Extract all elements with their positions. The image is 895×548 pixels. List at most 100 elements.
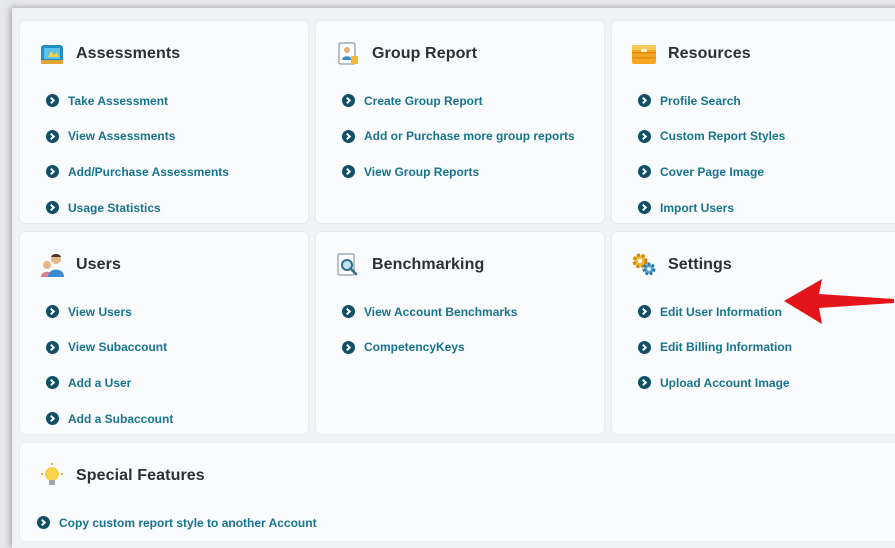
card-title: Special Features (76, 467, 205, 484)
special-features-links: Copy custom report style to another Acco… (37, 505, 317, 541)
chevron-right-icon (342, 94, 355, 108)
link-label[interactable]: Upload Account Image (660, 376, 790, 390)
card-title: Benchmarking (372, 256, 485, 273)
users-links: View Users View Subaccount Add a User Ad… (46, 294, 173, 434)
chevron-right-icon (638, 201, 651, 215)
assessments-header: Assessments (38, 39, 180, 69)
chevron-right-icon (46, 305, 59, 319)
link-label[interactable]: Edit User Information (660, 305, 782, 319)
chevron-right-icon (46, 94, 59, 108)
lightbulb-icon (38, 462, 66, 490)
benchmarking-header: Benchmarking (334, 250, 484, 280)
purchase-group-reports-link[interactable]: Add or Purchase more group reports (342, 119, 575, 155)
view-subaccount-link[interactable]: View Subaccount (46, 330, 173, 366)
competencykeys-link[interactable]: CompetencyKeys (342, 330, 517, 366)
card-title: Settings (668, 256, 732, 273)
chevron-right-icon (638, 376, 651, 390)
group-report-icon (334, 40, 362, 68)
profile-search-link[interactable]: Profile Search (638, 83, 785, 119)
copy-custom-report-style-link[interactable]: Copy custom report style to another Acco… (37, 505, 317, 541)
chevron-right-icon (37, 516, 50, 530)
link-label[interactable]: Add a User (68, 376, 131, 390)
settings-card: Settings Edit User Information Edit Bill… (612, 232, 895, 434)
link-label[interactable]: Add/Purchase Assessments (68, 165, 229, 179)
card-title: Assessments (76, 45, 181, 62)
resources-icon (630, 40, 658, 68)
link-label[interactable]: Usage Statistics (68, 201, 161, 215)
view-assessments-link[interactable]: View Assessments (46, 119, 229, 155)
group-report-header: Group Report (334, 39, 477, 69)
link-label[interactable]: Add or Purchase more group reports (364, 129, 575, 143)
card-title: Group Report (372, 45, 478, 62)
custom-report-styles-link[interactable]: Custom Report Styles (638, 119, 785, 155)
chevron-right-icon (342, 129, 355, 143)
resources-card: Resources Profile Search Custom Report S… (612, 21, 895, 223)
link-label[interactable]: Copy custom report style to another Acco… (59, 516, 317, 530)
add-purchase-assessments-link[interactable]: Add/Purchase Assessments (46, 154, 229, 190)
link-label[interactable]: CompetencyKeys (364, 340, 465, 354)
link-label[interactable]: View Group Reports (364, 165, 479, 179)
view-users-link[interactable]: View Users (46, 294, 173, 330)
edit-billing-information-link[interactable]: Edit Billing Information (638, 330, 792, 366)
link-label[interactable]: Edit Billing Information (660, 340, 792, 354)
benchmarking-card: Benchmarking View Account Benchmarks Com… (316, 232, 604, 434)
group-report-card: Group Report Create Group Report Add or … (316, 21, 604, 223)
link-label[interactable]: View Users (68, 305, 132, 319)
card-title: Users (76, 256, 121, 273)
view-group-reports-link[interactable]: View Group Reports (342, 154, 575, 190)
users-card: Users View Users View Subaccount Add a U… (20, 232, 308, 434)
create-group-report-link[interactable]: Create Group Report (342, 83, 575, 119)
dashboard-frame: Assessments Take Assessment View Assessm… (12, 8, 895, 548)
link-label[interactable]: Cover Page Image (660, 165, 764, 179)
benchmarking-links: View Account Benchmarks CompetencyKeys (342, 294, 517, 365)
usage-statistics-link[interactable]: Usage Statistics (46, 190, 229, 223)
chevron-right-icon (638, 340, 651, 354)
assessments-icon (38, 40, 66, 68)
red-arrow-icon (784, 279, 894, 324)
chevron-right-icon (46, 165, 59, 179)
take-assessment-link[interactable]: Take Assessment (46, 83, 229, 119)
link-label[interactable]: Profile Search (660, 94, 741, 108)
card-title: Resources (668, 45, 751, 62)
assessments-card: Assessments Take Assessment View Assessm… (20, 21, 308, 223)
link-label[interactable]: Custom Report Styles (660, 129, 785, 143)
resources-header: Resources (630, 39, 751, 69)
add-user-link[interactable]: Add a User (46, 365, 173, 401)
link-label[interactable]: View Subaccount (68, 340, 167, 354)
chevron-right-icon (342, 340, 355, 354)
chevron-right-icon (342, 305, 355, 319)
chevron-right-icon (638, 129, 651, 143)
chevron-right-icon (46, 412, 59, 426)
add-subaccount-link[interactable]: Add a Subaccount (46, 401, 173, 434)
group-report-links: Create Group Report Add or Purchase more… (342, 83, 575, 190)
link-label[interactable]: View Assessments (68, 129, 175, 143)
users-header: Users (38, 250, 121, 280)
benchmarking-icon (334, 251, 362, 279)
link-label[interactable]: View Account Benchmarks (364, 305, 517, 319)
special-features-header: Special Features (38, 461, 205, 491)
chevron-right-icon (46, 201, 59, 215)
settings-links: Edit User Information Edit Billing Infor… (638, 294, 792, 401)
link-label[interactable]: Take Assessment (68, 94, 168, 108)
settings-icon (630, 251, 658, 279)
edit-user-information-link[interactable]: Edit User Information (638, 294, 792, 330)
chevron-right-icon (638, 165, 651, 179)
chevron-right-icon (342, 165, 355, 179)
chevron-right-icon (638, 305, 651, 319)
link-label[interactable]: Add a Subaccount (68, 412, 173, 426)
resources-links: Profile Search Custom Report Styles Cove… (638, 83, 785, 223)
users-icon (38, 251, 66, 279)
link-label[interactable]: Create Group Report (364, 94, 483, 108)
view-account-benchmarks-link[interactable]: View Account Benchmarks (342, 294, 517, 330)
special-features-card: Special Features Copy custom report styl… (20, 443, 895, 541)
chevron-right-icon (46, 340, 59, 354)
settings-header: Settings (630, 250, 732, 280)
import-users-link[interactable]: Import Users (638, 190, 785, 223)
upload-account-image-link[interactable]: Upload Account Image (638, 365, 792, 401)
link-label[interactable]: Import Users (660, 201, 734, 215)
assessments-links: Take Assessment View Assessments Add/Pur… (46, 83, 229, 223)
cover-page-image-link[interactable]: Cover Page Image (638, 154, 785, 190)
chevron-right-icon (638, 94, 651, 108)
chevron-right-icon (46, 129, 59, 143)
chevron-right-icon (46, 376, 59, 390)
